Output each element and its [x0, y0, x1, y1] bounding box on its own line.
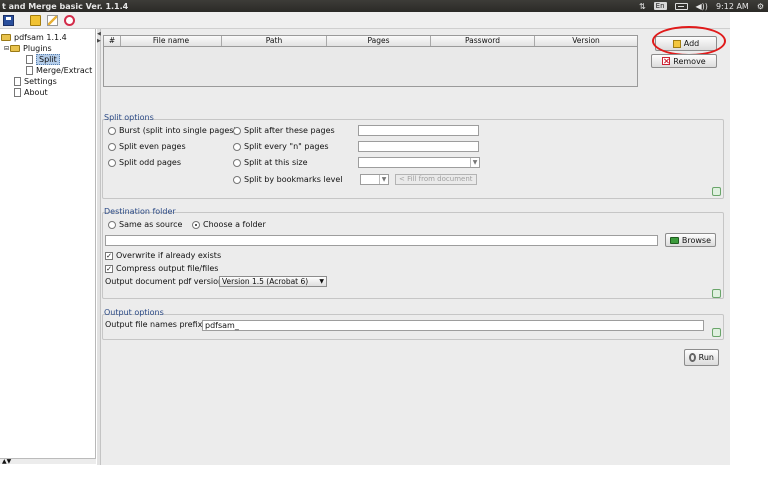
tree-plugins[interactable]: ⊟ Plugins — [0, 43, 95, 54]
split-even-option[interactable]: Split even pages — [108, 142, 186, 151]
radio-bookmarks[interactable] — [233, 175, 241, 184]
radio-even[interactable] — [108, 142, 116, 151]
fill-from-document-button[interactable]: < Fill from document — [395, 174, 477, 185]
radio-every-n[interactable] — [233, 142, 241, 151]
prefix-label: Output file names prefix: — [105, 320, 206, 329]
toolbar — [0, 12, 730, 29]
system-tray: ⇅ En ◀)) 9:12 AM ⚙ — [639, 2, 768, 11]
plugin-tree: pdfsam 1.1.4 ⊟ Plugins Split Merge/Extra… — [0, 29, 96, 459]
chevron-down-icon[interactable]: ▼ — [470, 158, 479, 167]
edit-icon[interactable] — [47, 14, 58, 26]
split-burst-option[interactable]: Burst (split into single pages) — [108, 126, 237, 135]
expand-icon[interactable]: ⊟ — [4, 45, 9, 52]
panel-settings-icon[interactable] — [712, 328, 721, 337]
chevron-down-icon: ▼ — [319, 278, 324, 285]
split-size-option[interactable]: Split at this size — [233, 158, 308, 167]
remove-icon — [662, 57, 671, 65]
help-icon[interactable] — [64, 14, 75, 26]
split-every-n-option[interactable]: Split every "n" pages — [233, 142, 329, 151]
document-icon — [26, 55, 33, 64]
panel-settings-icon[interactable] — [712, 187, 721, 196]
destination-title: Destination folder — [104, 207, 176, 216]
pdf-version-label: Output document pdf version: — [105, 277, 226, 286]
remove-button[interactable]: Remove — [651, 54, 717, 68]
clock[interactable]: 9:12 AM — [716, 2, 749, 11]
choose-folder-option[interactable]: Choose a folder — [192, 220, 266, 229]
tree-root[interactable]: pdfsam 1.1.4 — [0, 32, 95, 43]
network-icon[interactable]: ⇅ — [639, 2, 646, 11]
same-as-source-option[interactable]: Same as source — [108, 220, 182, 229]
run-gear-icon — [689, 353, 696, 362]
column-path[interactable]: Path — [222, 36, 327, 46]
split-every-n-input[interactable] — [358, 141, 479, 152]
highlight-ring — [652, 26, 726, 56]
overwrite-option[interactable]: ✓ Overwrite if already exists — [105, 251, 221, 260]
panel-settings-icon[interactable] — [712, 289, 721, 298]
prefix-input[interactable]: pdfsam_ — [202, 320, 704, 331]
document-icon — [26, 66, 33, 75]
destination-path-input[interactable] — [105, 235, 658, 246]
compress-checkbox[interactable]: ✓ — [105, 264, 113, 273]
split-size-combo[interactable]: ▼ — [358, 157, 480, 168]
radio-same-as-source[interactable] — [108, 220, 116, 229]
run-button[interactable]: Run — [684, 349, 719, 366]
output-options-title: Output options — [104, 308, 164, 317]
gear-icon[interactable]: ⚙ — [757, 2, 764, 11]
open-folder-icon[interactable] — [30, 14, 41, 26]
document-icon — [14, 77, 21, 86]
split-after-pages-input[interactable] — [358, 125, 479, 136]
file-table[interactable]: # File name Path Pages Password Version — [103, 35, 638, 87]
collapse-right-icon[interactable]: ▶ — [97, 38, 101, 44]
folder-icon — [670, 236, 679, 244]
splitter-handle[interactable]: ◀ ▶ — [97, 29, 101, 465]
battery-icon[interactable] — [674, 2, 688, 10]
browse-button[interactable]: Browse — [665, 233, 716, 247]
folder-open-icon — [1, 34, 11, 41]
title-bar: t and Merge basic Ver. 1.1.4 ⇅ En ◀)) 9:… — [0, 0, 768, 12]
save-icon[interactable] — [3, 14, 14, 26]
radio-size[interactable] — [233, 158, 241, 167]
window-title: t and Merge basic Ver. 1.1.4 — [2, 1, 129, 11]
chevron-down-icon[interactable]: ▼ — [379, 175, 388, 184]
radio-odd[interactable] — [108, 158, 116, 167]
collapse-left-icon[interactable]: ◀ — [97, 31, 101, 37]
tree-collapse-handle[interactable]: ▲▼ — [0, 458, 96, 465]
keyboard-layout-indicator[interactable]: En — [653, 2, 667, 10]
column-index[interactable]: # — [104, 36, 121, 46]
folder-open-icon — [10, 45, 21, 52]
split-bookmarks-option[interactable]: Split by bookmarks level — [233, 175, 343, 184]
tree-item-settings[interactable]: Settings — [0, 76, 95, 87]
column-file-name[interactable]: File name — [121, 36, 222, 46]
file-table-header: # File name Path Pages Password Version — [104, 36, 637, 47]
split-after-option[interactable]: Split after these pages — [233, 126, 335, 135]
column-version[interactable]: Version — [535, 36, 637, 46]
pdf-version-select[interactable]: Version 1.5 (Acrobat 6) ▼ — [219, 276, 327, 287]
column-password[interactable]: Password — [431, 36, 535, 46]
compress-option[interactable]: ✓ Compress output file/files — [105, 264, 218, 273]
overwrite-checkbox[interactable]: ✓ — [105, 251, 113, 260]
split-odd-option[interactable]: Split odd pages — [108, 158, 181, 167]
document-icon — [14, 88, 21, 97]
tree-item-split[interactable]: Split — [0, 54, 95, 65]
volume-icon[interactable]: ◀)) — [696, 2, 708, 11]
radio-choose-folder[interactable] — [192, 220, 200, 229]
radio-after[interactable] — [233, 126, 241, 135]
tree-item-merge-extract[interactable]: Merge/Extract — [0, 65, 95, 76]
tree-item-about[interactable]: About — [0, 87, 95, 98]
column-pages[interactable]: Pages — [327, 36, 431, 46]
split-options-title: Split options — [104, 113, 154, 122]
bookmark-level-combo[interactable]: ▼ — [360, 174, 389, 185]
radio-burst[interactable] — [108, 126, 116, 135]
